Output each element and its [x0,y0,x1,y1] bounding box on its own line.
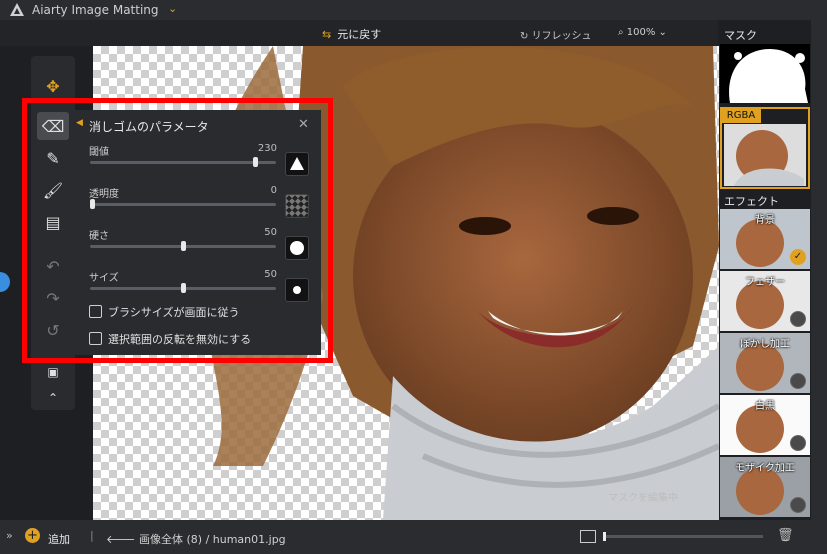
check-icon: ✓ [790,249,806,265]
unselected-dot-icon [790,497,806,513]
expand-left-icon[interactable] [0,272,10,292]
app-title: Aiarty Image Matting [32,3,159,17]
zoom-value: 100% [626,27,656,38]
effect-blur[interactable]: ぼかし加工 [720,333,810,393]
rgba-preview [724,124,806,186]
mask-silhouette [729,49,808,103]
app-logo-icon [10,3,24,16]
trash-icon[interactable]: 🗑 [777,528,794,543]
effect-name: 背景 [755,215,775,226]
effect-label: エフェクト [724,195,779,208]
zoom-slider[interactable] [603,532,763,541]
refresh-label: リフレッシュ [531,31,592,42]
chevron-down-icon: ⌄ [655,27,667,38]
breadcrumb-text: 画像全体 (8) / human01.jpg [139,533,286,546]
effect-feather[interactable]: フェザー [720,271,810,331]
effect-name: フェザー [745,277,785,288]
zoom-icon: ⌕ [618,27,627,38]
effect-mosaic[interactable]: モザイク加工 [720,457,810,517]
rgba-label: RGBA [721,108,761,123]
editing-mask-watermark: マスクを編集中 [608,493,678,504]
collapse-icon[interactable]: » [6,529,13,542]
mask-thumbnail[interactable] [720,44,810,103]
effect-name: ぼかし加工 [740,339,790,350]
collapse-up-icon[interactable]: ⌃ [37,384,69,412]
refresh-icon: ↻ [520,31,532,42]
unselected-dot-icon [790,373,806,389]
undo-label: 元に戻す [337,28,382,41]
unselected-dot-icon [790,311,806,327]
unselected-dot-icon [790,435,806,451]
breadcrumb[interactable]: 🡐 画像全体 (8) / human01.jpg [106,531,286,547]
effect-background[interactable]: 背景 ✓ [720,209,810,269]
highlight-box [22,98,333,363]
image-icon[interactable] [580,530,596,543]
refresh-button[interactable]: ↻ リフレッシュ [520,27,592,42]
zoom-selector[interactable]: ⌕ 100% ⌄ [618,27,667,38]
move-tool-icon[interactable]: ✥ [37,72,69,100]
effect-monochrome[interactable]: 白黒 [720,395,810,455]
effect-name: 白黒 [755,401,775,412]
mask-label: マスク [724,29,757,42]
add-icon[interactable]: + [25,528,40,543]
effect-name: モザイク加工 [735,463,795,474]
right-edge-panel [811,20,827,520]
add-button[interactable]: 追加 [48,531,70,547]
back-arrow-icon: 🡐 [106,533,139,546]
divider: | [90,529,94,542]
slider-thumb[interactable] [603,532,606,541]
chevron-down-icon[interactable]: ⌄ [168,2,177,15]
undo-button[interactable]: ⇆ 元に戻す [322,26,381,42]
undo-arrow-icon: ⇆ [322,28,332,41]
